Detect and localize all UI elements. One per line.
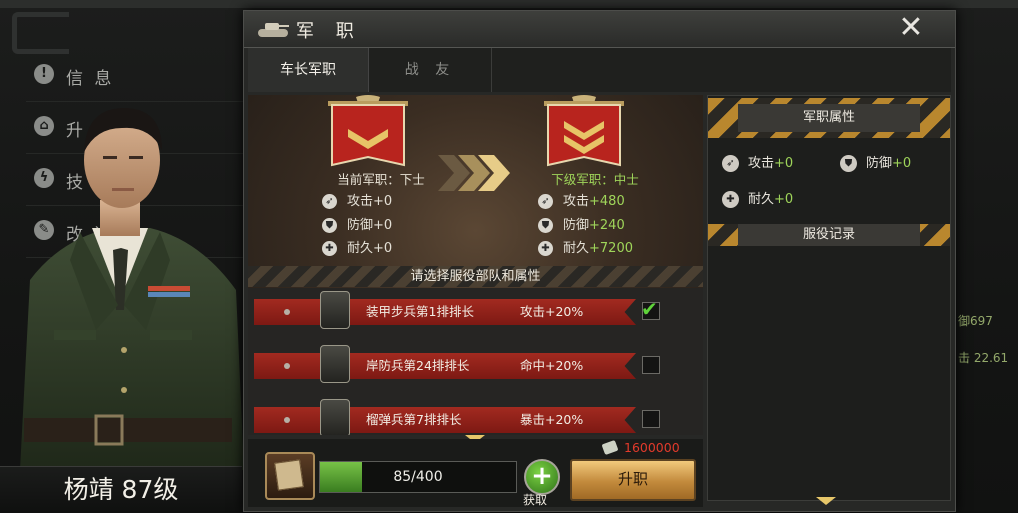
rank-dialog: 军 职 ✕ 车长军职 战 友 当前军职：下士 下级军职：中士 ➶ 攻击+0 ⛊ … xyxy=(243,10,956,512)
attribute-attack: ➶ 攻击+0 xyxy=(722,154,793,174)
unit-medal-icon xyxy=(320,399,350,435)
dialog-header: 军 职 ✕ xyxy=(244,11,955,48)
progress-text: 85/400 xyxy=(393,469,443,485)
current-defense-stat: ⛊ 防御+0 xyxy=(322,216,392,236)
unit-list: 装甲步兵第1排排长 攻击+20% ✔ 岸防兵第24排排长 命中+20% 榴弹兵第… xyxy=(248,288,703,435)
next-attack-stat: ➶ 攻击+480 xyxy=(538,192,625,212)
defense-icon: ⛊ xyxy=(840,155,857,172)
get-button[interactable]: + xyxy=(524,459,560,495)
durability-icon: ✚ xyxy=(322,241,337,256)
unit-row[interactable]: 榴弹兵第7排排长 暴击+20% xyxy=(248,396,703,435)
menu-item-info[interactable]: ! 信 息 xyxy=(14,50,244,102)
next-rank-caption: 下级军职：中士 xyxy=(551,172,639,187)
current-rank-badge xyxy=(328,95,408,167)
current-durability-stat: ✚ 耐久+0 xyxy=(322,239,392,259)
promote-button[interactable]: 升职 xyxy=(570,459,696,501)
bg-hit-stat: 击 22.61 xyxy=(958,351,1009,365)
tab-bar: 车长军职 战 友 xyxy=(248,48,951,92)
bullet-icon xyxy=(284,309,290,315)
next-rank-badge xyxy=(544,95,624,167)
attack-icon: ➶ xyxy=(538,194,553,209)
book-page xyxy=(274,459,304,491)
unit-bonus: 攻击+20% xyxy=(520,304,584,319)
attribute-defense: ⛊ 防御+0 xyxy=(840,154,911,174)
unit-medal-icon xyxy=(320,345,350,383)
current-rank-caption: 当前军职：下士 xyxy=(337,172,425,187)
attributes-panel: 军职属性 ➶ 攻击+0 ⛊ 防御+0 ✚ 耐久+0 服役记录 xyxy=(707,95,951,501)
top-bar xyxy=(0,0,1018,8)
bullet-icon xyxy=(284,417,290,423)
next-durability-stat: ✚ 耐久+7200 xyxy=(538,239,633,259)
attack-icon: ➶ xyxy=(722,155,739,172)
next-defense-stat: ⛊ 防御+240 xyxy=(538,216,625,236)
commander-name: 杨靖 87级 xyxy=(63,475,179,504)
menu-item-label: 信 息 xyxy=(66,69,115,89)
info-icon: ! xyxy=(34,64,54,84)
unit-row[interactable]: 装甲步兵第1排排长 攻击+20% ✔ xyxy=(248,288,703,342)
unit-checkbox[interactable] xyxy=(642,356,660,374)
service-book-icon[interactable] xyxy=(265,452,315,500)
durability-icon: ✚ xyxy=(722,191,739,208)
attribute-durability: ✚ 耐久+0 xyxy=(722,190,793,210)
unit-name: 榴弹兵第7排排长 xyxy=(366,412,462,427)
current-attack-stat: ➶ 攻击+0 xyxy=(322,192,392,212)
checkmark-icon: ✔ xyxy=(641,297,658,321)
unit-name: 岸防兵第24排排长 xyxy=(366,358,470,373)
experience-progress: 85/400 xyxy=(319,461,517,493)
attributes-header: 军职属性 xyxy=(708,98,950,138)
bottom-bar: 85/400 + 获取 1600000 升职 xyxy=(248,439,703,507)
unit-bonus: 命中+20% xyxy=(520,358,584,373)
unit-medal-icon xyxy=(320,291,350,329)
unit-select-header: 请选择服役部队和属性 xyxy=(248,266,703,287)
bg-defense-stat: 御697 xyxy=(958,314,993,328)
commander-nameplate: 杨靖 87级 xyxy=(0,466,242,513)
durability-icon: ✚ xyxy=(538,241,553,256)
attack-icon: ➶ xyxy=(322,194,337,209)
tab-comrades[interactable]: 战 友 xyxy=(369,48,492,92)
unit-checkbox[interactable] xyxy=(642,410,660,428)
unit-row[interactable]: 岸防兵第24排排长 命中+20% xyxy=(248,342,703,396)
commander-portrait xyxy=(20,108,244,470)
money-icon xyxy=(601,439,619,456)
unit-bonus: 暴击+20% xyxy=(520,412,584,427)
unit-name: 装甲步兵第1排排长 xyxy=(366,304,474,319)
unit-checkbox[interactable]: ✔ xyxy=(641,297,660,321)
scroll-down-icon[interactable] xyxy=(816,497,836,505)
defense-icon: ⛊ xyxy=(538,218,553,233)
bullet-icon xyxy=(284,363,290,369)
dialog-title: 军 职 xyxy=(296,21,362,42)
advance-arrows-icon xyxy=(438,155,510,191)
defense-icon: ⛊ xyxy=(322,218,337,233)
game-logo xyxy=(12,12,69,54)
tank-icon xyxy=(258,23,289,37)
close-button[interactable]: ✕ xyxy=(894,13,928,45)
service-record-header: 服役记录 xyxy=(708,224,950,246)
get-label: 获取 xyxy=(523,493,548,507)
promotion-cost: 1600000 xyxy=(624,440,680,455)
tab-commander-rank[interactable]: 车长军职 xyxy=(248,48,369,92)
rank-panel: 当前军职：下士 下级军职：中士 ➶ 攻击+0 ⛊ 防御+0 ✚ 耐久+0 ➶ 攻击 xyxy=(248,95,703,435)
